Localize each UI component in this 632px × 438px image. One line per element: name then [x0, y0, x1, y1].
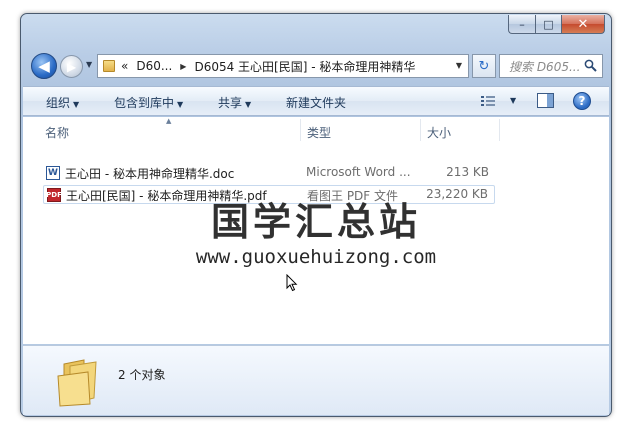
column-header-type[interactable]: 类型 [307, 124, 331, 141]
item-count: 2 个对象 [118, 368, 166, 382]
file-row[interactable]: W 王心田 - 秘本用神命理精华.doc Microsoft Word ... … [43, 164, 495, 183]
file-name: 王心田[民国] - 秘本命理用神精华.pdf [66, 189, 267, 203]
close-button[interactable]: ✕ [561, 15, 605, 34]
column-header-size[interactable]: 大小 [427, 124, 451, 141]
explorer-window: – □ ✕ ◀ ▶ ▼ « D60... ▶ D6054 王心田[民国] - 秘… [20, 13, 612, 417]
include-in-library-label: 包含到库中 [114, 96, 175, 110]
address-bar[interactable]: « D60... ▶ D6054 王心田[民国] - 秘本命理用神精华 ▼ [97, 54, 469, 78]
folder-icon [57, 359, 97, 407]
help-icon[interactable]: ? [573, 92, 591, 110]
refresh-button[interactable]: ↻ [472, 54, 496, 78]
organize-button[interactable]: 组织 ▼ [46, 94, 79, 111]
view-options-icon[interactable] [481, 95, 495, 107]
mouse-cursor-icon [286, 274, 298, 292]
chevron-down-icon: ▼ [177, 100, 184, 109]
file-type: Microsoft Word ... [306, 165, 411, 179]
file-list: ▲ 名称 类型 大小 W 王心田 - 秘本用神命理精华.doc Microsof… [23, 117, 609, 344]
address-overflow[interactable]: « [121, 59, 128, 73]
column-headers: ▲ 名称 类型 大小 [23, 117, 609, 142]
new-folder-button[interactable]: 新建文件夹 [286, 94, 346, 111]
breadcrumb-current[interactable]: D6054 王心田[民国] - 秘本命理用神精华 [194, 58, 415, 75]
search-placeholder: 搜索 D605... [509, 59, 581, 74]
file-name: 王心田 - 秘本用神命理精华.doc [65, 167, 235, 181]
details-pane: 2 个对象 [23, 345, 609, 415]
address-dropdown-icon[interactable]: ▼ [456, 61, 462, 70]
chevron-down-icon: ▼ [245, 100, 252, 109]
breadcrumb-separator-icon[interactable]: ▶ [180, 62, 186, 71]
column-divider[interactable] [300, 119, 301, 141]
breadcrumb-parent[interactable]: D60... [136, 59, 172, 73]
share-button[interactable]: 共享 ▼ [218, 94, 251, 111]
sort-ascending-icon: ▲ [166, 117, 172, 125]
word-document-icon: W [46, 166, 60, 180]
caption-buttons: – □ ✕ [508, 15, 605, 34]
search-input[interactable]: 搜索 D605... [499, 54, 603, 78]
file-size: 213 KB [446, 165, 489, 179]
preview-pane-icon[interactable] [537, 93, 554, 108]
forward-button[interactable]: ▶ [60, 55, 83, 78]
folder-icon [103, 60, 115, 72]
chevron-down-icon: ▼ [73, 100, 80, 109]
maximize-button[interactable]: □ [535, 15, 561, 34]
watermark-url: www.guoxuehuizong.com [195, 246, 437, 268]
back-button[interactable]: ◀ [31, 53, 57, 79]
search-icon[interactable] [584, 59, 597, 72]
view-dropdown-icon[interactable]: ▼ [510, 96, 516, 105]
navigation-bar: ◀ ▶ ▼ « D60... ▶ D6054 王心田[民国] - 秘本命理用神精… [29, 52, 605, 80]
column-divider[interactable] [420, 119, 421, 141]
organize-label: 组织 [46, 96, 71, 110]
column-divider[interactable] [499, 119, 500, 141]
file-size: 23,220 KB [426, 187, 488, 201]
pdf-document-icon: PDF [46, 188, 62, 202]
command-bar: 组织 ▼ 包含到库中 ▼ 共享 ▼ 新建文件夹 ▼ ? [23, 86, 609, 116]
minimize-button[interactable]: – [508, 15, 535, 34]
column-header-name[interactable]: 名称 [45, 124, 69, 141]
refresh-icon: ↻ [478, 58, 490, 74]
file-type: 看图王 PDF 文件 [307, 189, 399, 203]
include-in-library-button[interactable]: 包含到库中 ▼ [114, 94, 183, 111]
recent-pages-dropdown[interactable]: ▼ [86, 60, 92, 69]
share-label: 共享 [218, 96, 243, 110]
file-row[interactable]: PDF 王心田[民国] - 秘本命理用神精华.pdf 看图王 PDF 文件 23… [43, 185, 495, 204]
